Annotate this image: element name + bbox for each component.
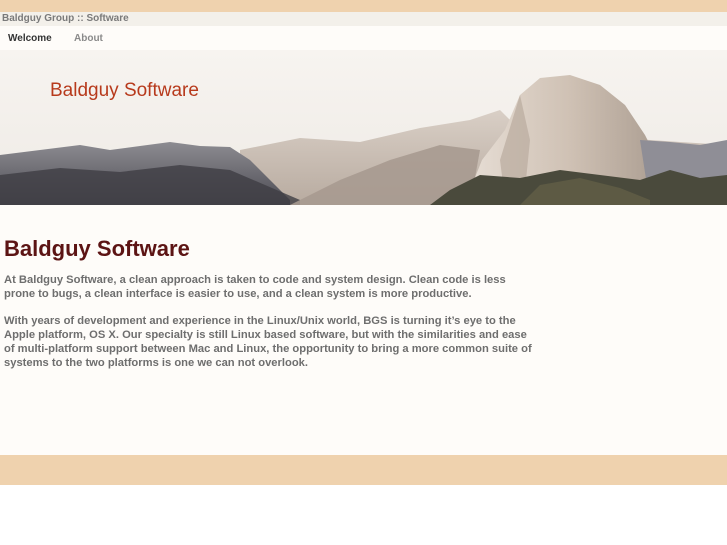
page-title: Baldguy Software bbox=[4, 236, 190, 261]
mountain-landscape-image bbox=[0, 50, 727, 205]
footer-stripe bbox=[0, 455, 727, 485]
main-content: Baldguy Software At Baldguy Software, a … bbox=[0, 205, 727, 455]
intro-paragraph: At Baldguy Software, a clean approach is… bbox=[4, 274, 506, 300]
breadcrumb: Baldguy Group :: Software bbox=[0, 12, 727, 26]
nav-item-welcome[interactable]: Welcome bbox=[8, 33, 52, 44]
header-banner: Baldguy Software bbox=[0, 50, 727, 205]
platform-paragraph: With years of development and experience… bbox=[4, 315, 532, 369]
nav-bar: Welcome About bbox=[0, 26, 727, 50]
nav-item-about[interactable]: About bbox=[74, 33, 103, 44]
banner-title: Baldguy Software bbox=[50, 80, 199, 101]
top-stripe bbox=[0, 0, 727, 12]
